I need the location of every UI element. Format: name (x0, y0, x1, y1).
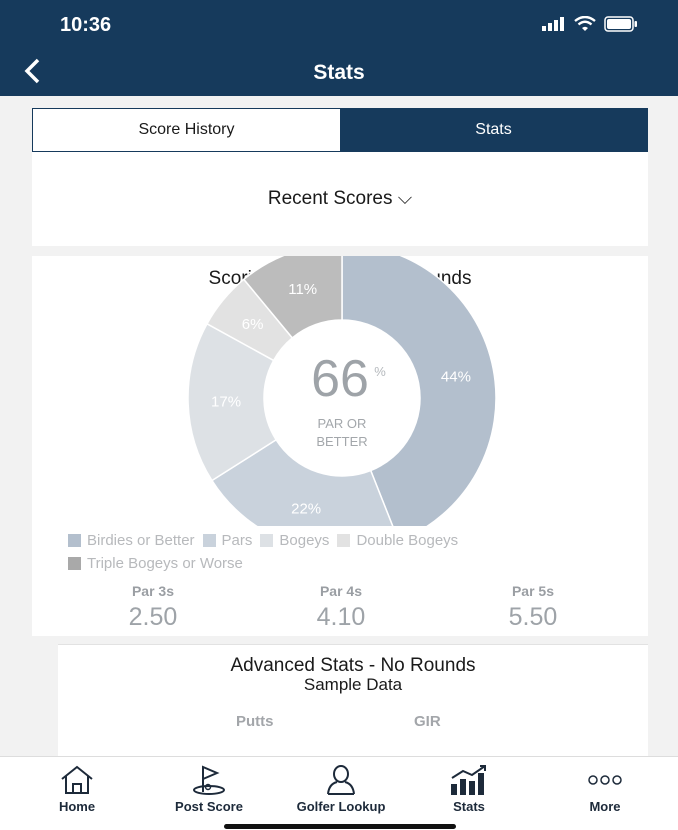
legend-label: Birdies or Better (87, 532, 195, 549)
legend-label: Pars (221, 532, 253, 549)
center-percent-unit: % (374, 364, 386, 379)
bottom-tab-bar: Home Post Score Golfer Lookup Stats More (0, 756, 678, 830)
tab-more[interactable]: More (550, 763, 660, 814)
scoring-donut-chart: 44% 22% 17% 6% 11% 66 % PAR OR BETTER (187, 256, 497, 526)
legend-swatch (68, 557, 81, 570)
tab-golfer-lookup-label: Golfer Lookup (296, 799, 386, 814)
par5-label: Par 5s (511, 583, 555, 599)
legend-item: Birdies or Better (68, 530, 195, 551)
page-title: Stats (313, 61, 365, 84)
legend-item: Triple Bogeys or Worse (68, 553, 243, 574)
tab-stats-bottom-label: Stats (453, 799, 485, 814)
legend-swatch (202, 534, 216, 547)
center-caption-line1: PAR OR (318, 416, 367, 431)
par3-label: Par 3s (131, 583, 175, 599)
par4-value: 4.10 (316, 603, 366, 631)
tab-post-score[interactable]: Post Score (154, 763, 264, 814)
bar-chart-icon (451, 765, 486, 795)
status-time: 10:36 (60, 14, 112, 36)
chart-legend: Birdies or Better Pars Bogeys Double Bogeys… (68, 530, 628, 576)
segmented-control: Score History Stats (32, 108, 648, 152)
recent-scores-dropdown[interactable]: Recent Scores ⌵ (32, 188, 648, 210)
scoring-summary-card: Scoring Summary - No Rounds Sample Data … (32, 256, 648, 636)
tab-stats-bottom[interactable]: Stats (414, 763, 524, 814)
golf-flag-icon (193, 765, 225, 795)
status-bar: 10:36 (0, 0, 678, 52)
advanced-stats-card: Advanced Stats - No Rounds Sample Data P… (58, 644, 648, 757)
signal-icon (542, 17, 564, 31)
status-icons (542, 16, 638, 32)
par5-average: Par 5s 5.50 (478, 583, 588, 632)
par3-average: Par 3s 2.50 (98, 583, 208, 632)
gir-label: GIR (414, 713, 441, 730)
par5-value: 5.50 (508, 603, 558, 631)
legend-label: Bogeys (279, 532, 330, 549)
battery-icon (604, 16, 637, 32)
legend-swatch (337, 534, 351, 547)
putts-label: Putts (236, 713, 274, 730)
tab-home-label: Home (58, 799, 96, 814)
par-averages: Par 3s 2.50 Par 4s 4.10 Par 5s 5.50 (32, 583, 648, 633)
legend-item: Double Bogeys (337, 530, 458, 551)
home-indicator (224, 824, 456, 829)
home-icon (61, 765, 93, 794)
tab-home[interactable]: Home (22, 763, 132, 814)
legend-label: Triple Bogeys or Worse (87, 555, 243, 572)
donut-slice-label: 6% (242, 316, 264, 333)
donut-slice-label: 44% (441, 368, 471, 385)
center-percent-value: 66 (311, 350, 369, 408)
par4-label: Par 4s (319, 583, 363, 599)
advanced-title: Advanced Stats - No Rounds (230, 655, 476, 676)
tab-stats[interactable]: Stats (340, 109, 647, 151)
more-dots-icon (588, 775, 622, 785)
donut-slice-label: 17% (211, 394, 241, 411)
legend-item: Pars (202, 530, 253, 551)
legend-swatch (68, 534, 81, 547)
legend-item: Bogeys (260, 530, 329, 551)
donut-slice-label: 11% (288, 281, 317, 298)
tab-more-label: More (589, 799, 621, 814)
legend-label: Double Bogeys (356, 532, 459, 549)
wifi-icon (574, 16, 596, 31)
tab-golfer-lookup[interactable]: Golfer Lookup (286, 763, 396, 814)
par4-average: Par 4s 4.10 (286, 583, 396, 632)
par3-value: 2.50 (128, 603, 178, 631)
tab-post-score-label: Post Score (175, 799, 243, 814)
person-icon (327, 765, 355, 795)
nav-bar: Stats (0, 52, 678, 96)
tab-score-history[interactable]: Score History (33, 109, 340, 151)
legend-swatch (260, 534, 274, 547)
recent-scores-card: Recent Scores ⌵ (32, 152, 648, 246)
advanced-subtitle: Sample Data (303, 675, 403, 694)
donut-slice-label: 22% (291, 500, 321, 517)
center-caption-line2: BETTER (316, 434, 367, 449)
